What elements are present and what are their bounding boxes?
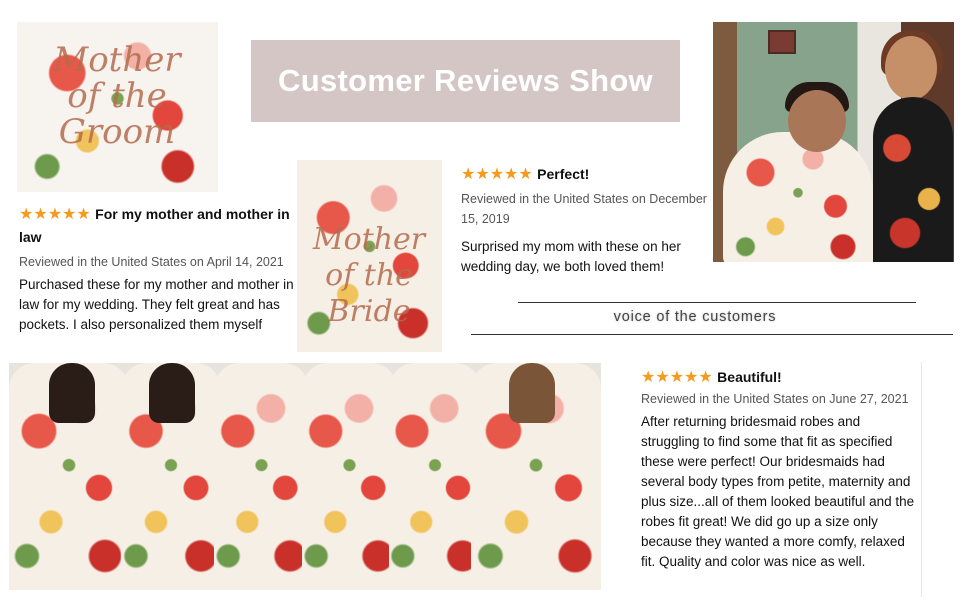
review-meta: Reviewed in the United States on June 27… (641, 392, 909, 406)
review-card: ★★★★★ Perfect! Reviewed in the United St… (461, 164, 713, 277)
review-meta: Reviewed in the United States on April 1… (19, 255, 284, 269)
bridesmaid-figure (302, 363, 397, 590)
review-body: Purchased these for my mother and mother… (19, 277, 294, 332)
seated-woman-head (788, 90, 846, 152)
page-title: Customer Reviews Show (278, 63, 653, 98)
review-card: ★★★★★ Beautiful! Reviewed in the United … (641, 367, 921, 572)
salon-photo (713, 22, 954, 262)
review-meta: Reviewed in the United States on Decembe… (461, 192, 707, 226)
robe-lettering: Mother of the Groom (53, 40, 181, 152)
bridesmaid-figure (389, 363, 481, 590)
bridesmaid-hair (149, 363, 195, 423)
seated-woman-in-robe (723, 132, 873, 262)
bridesmaid-hair (509, 363, 555, 423)
bridesmaids-group-photo (9, 363, 601, 590)
review-body: Surprised my mom with these on her weddi… (461, 239, 681, 274)
review-body: After returning bridesmaid robes and str… (641, 414, 915, 569)
divider-line (518, 302, 916, 303)
stylist-head (885, 36, 937, 100)
star-rating-icon: ★★★★★ (19, 206, 91, 223)
wall-picture (768, 30, 796, 54)
stylist-in-robe (873, 97, 953, 262)
divider-line (921, 362, 922, 597)
review-card: ★★★★★ For my mother and mother in law Re… (19, 203, 297, 335)
robe-lettering: Mother of the Bride (312, 222, 426, 329)
bridesmaid-hair (49, 363, 95, 423)
star-rating-icon: ★★★★★ (641, 369, 713, 386)
bridesmaid-figure (214, 363, 309, 590)
review-title: Beautiful! (717, 369, 782, 385)
robe-photo-mother-of-groom: Mother of the Groom (17, 22, 218, 192)
divider-line (471, 334, 953, 335)
title-banner: Customer Reviews Show (251, 40, 680, 122)
review-title: Perfect! (537, 166, 590, 182)
star-rating-icon: ★★★★★ (461, 166, 533, 183)
voice-label: voice of the customers (613, 309, 777, 325)
robe-photo-mother-of-bride: Mother of the Bride (297, 160, 442, 352)
